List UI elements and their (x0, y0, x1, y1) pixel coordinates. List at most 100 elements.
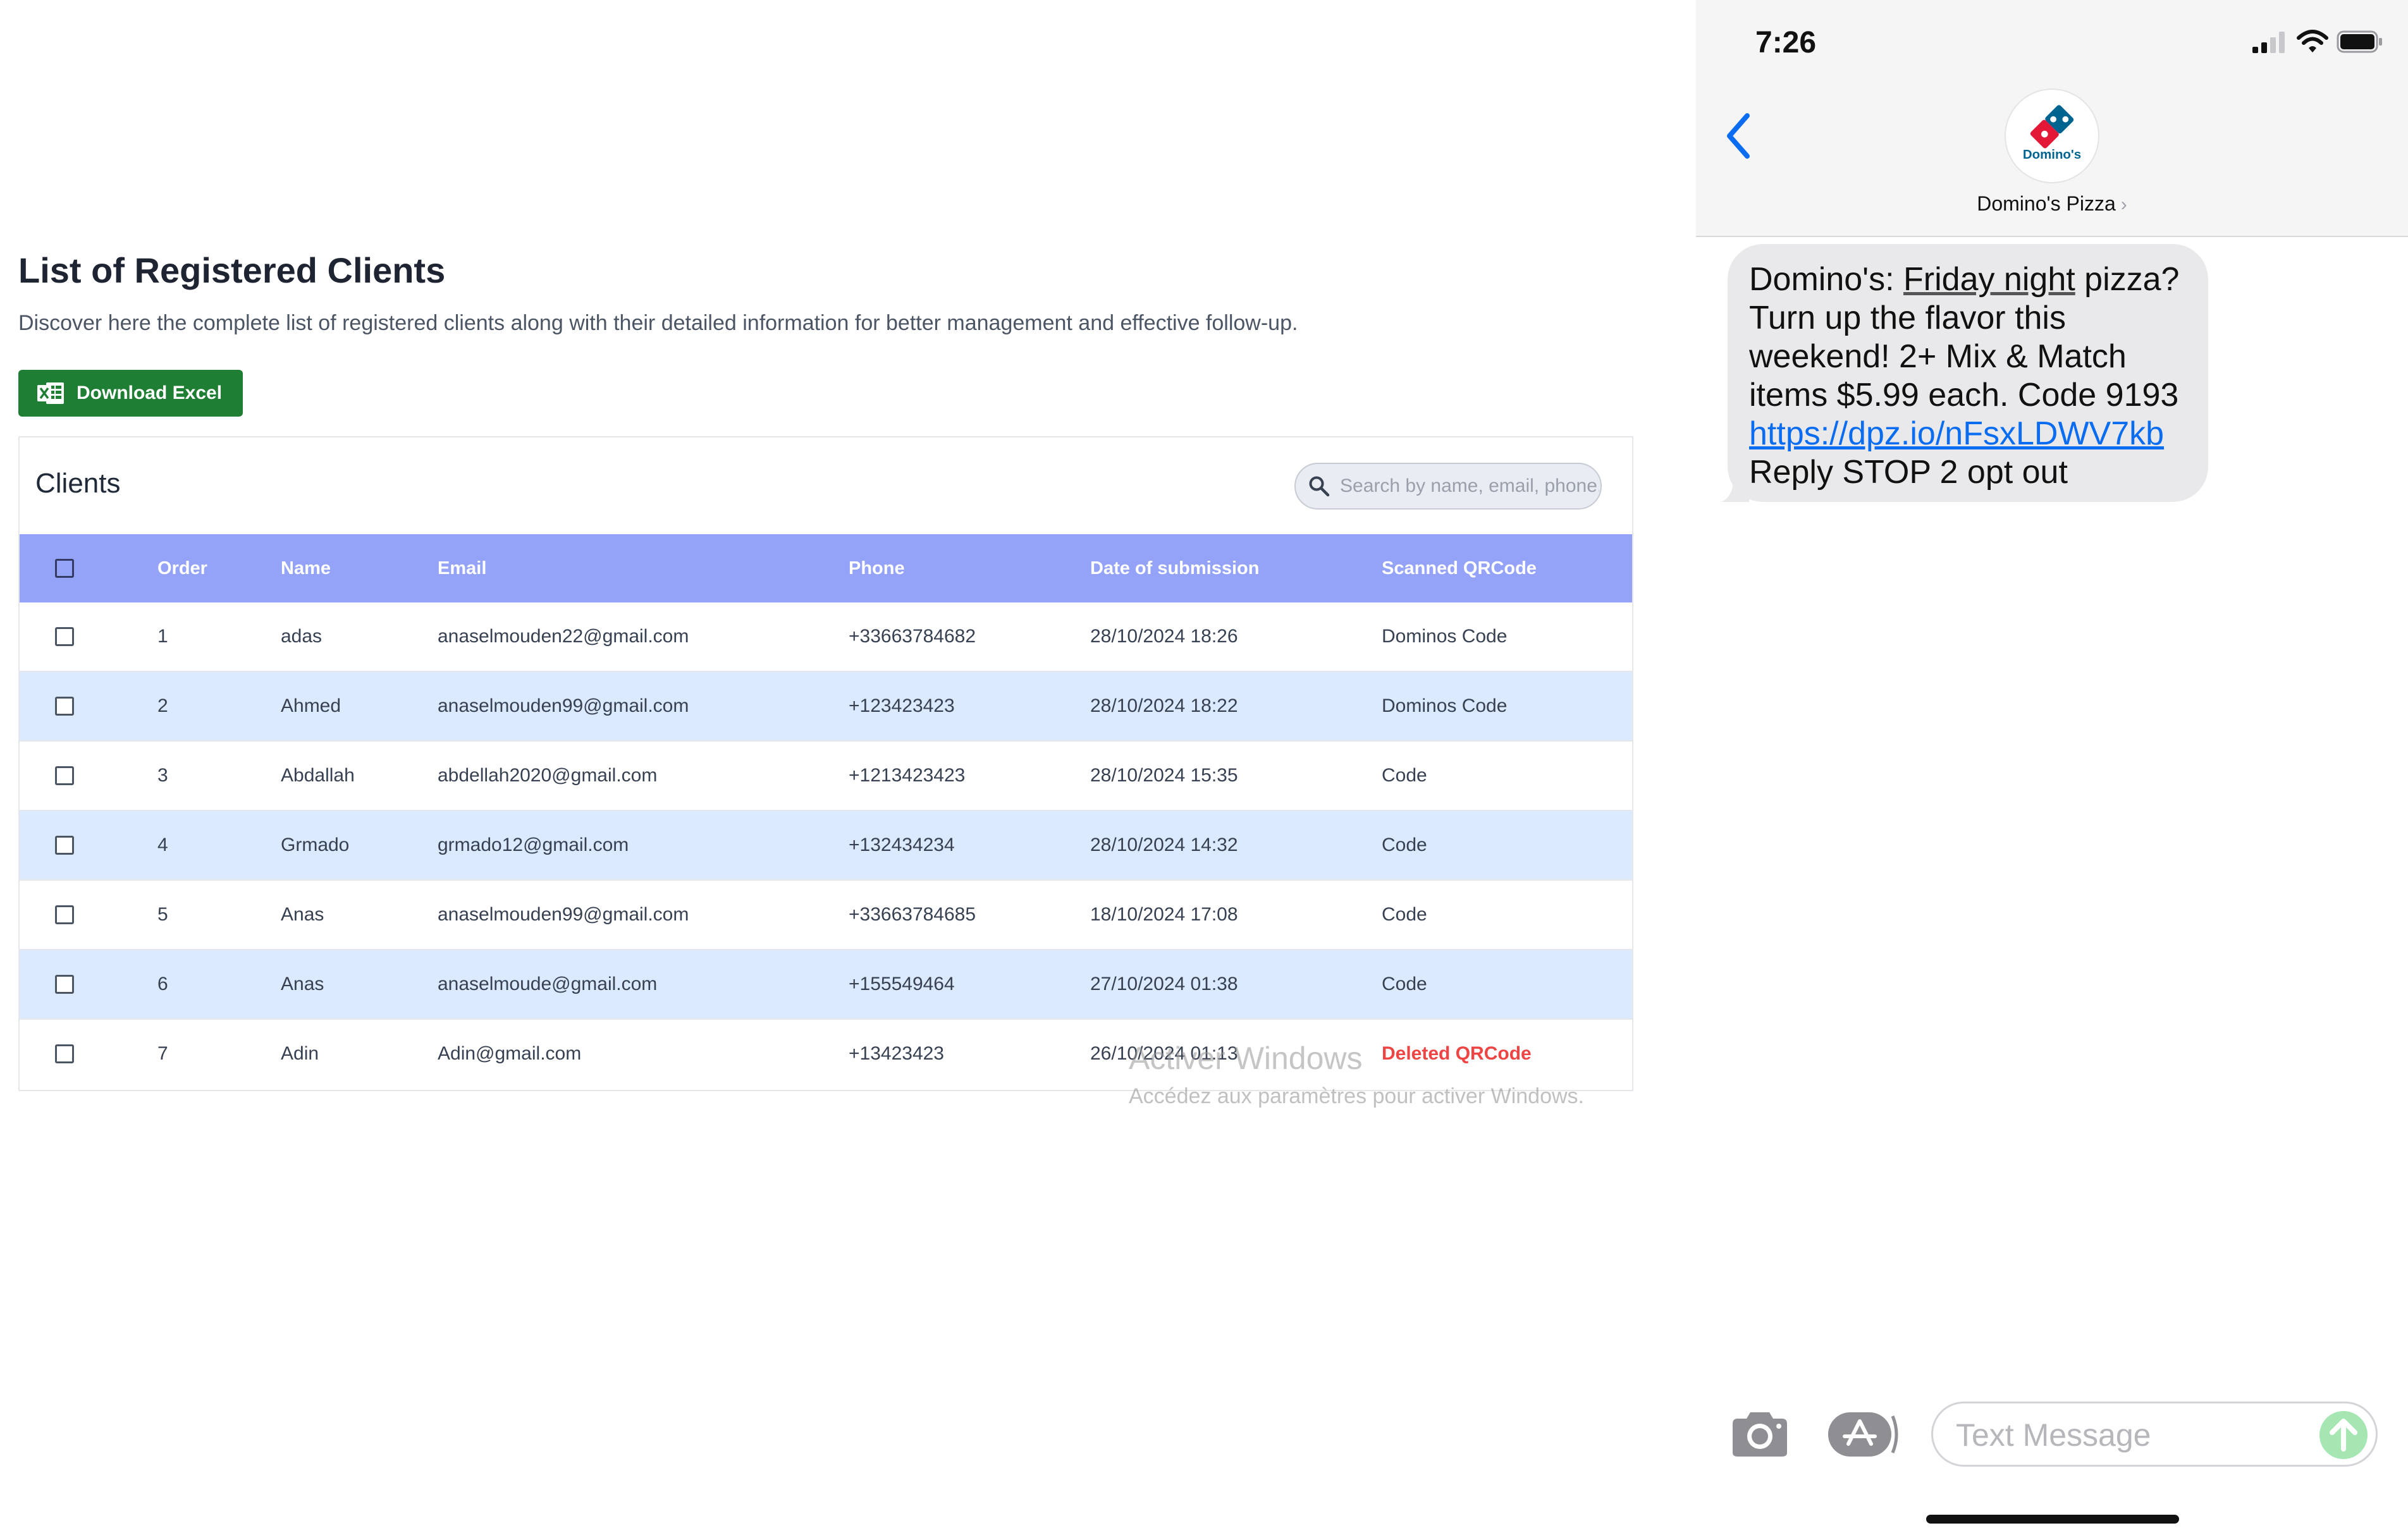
bubble-tail (1721, 474, 1749, 502)
cell-name: Adin (281, 1043, 319, 1064)
cell-qrcode: Dominos Code (1382, 695, 1508, 716)
cell-date: 27/10/2024 01:38 (1090, 974, 1238, 994)
cell-email: anaselmouden99@gmail.com (438, 904, 689, 925)
cell-name: Grmado (281, 834, 350, 855)
cell-name: Anas (281, 974, 324, 994)
cell-name: Abdallah (281, 765, 355, 786)
camera-icon[interactable] (1729, 1409, 1791, 1459)
cell-phone: +132434234 (849, 834, 955, 855)
cell-order: 5 (157, 904, 168, 925)
table-row[interactable]: 5 Anas anaselmouden99@gmail.com +3366378… (20, 881, 1632, 950)
column-header-date[interactable]: Date of submission (1090, 534, 1260, 602)
cell-phone: +155549464 (849, 974, 955, 994)
home-indicator[interactable] (1926, 1515, 2179, 1524)
wifi-icon (2297, 30, 2328, 52)
signal-icon (2252, 32, 2285, 53)
clients-card: Clients Order Name Email Phone Date of s… (18, 436, 1633, 1091)
cell-email: Adin@gmail.com (438, 1043, 582, 1064)
cell-phone: +33663784685 (849, 904, 976, 925)
cell-name: Ahmed (281, 695, 341, 716)
cell-order: 2 (157, 695, 168, 716)
cell-qrcode: Code (1382, 834, 1427, 855)
status-time: 7:26 (1755, 26, 1817, 59)
select-all-checkbox[interactable] (55, 559, 74, 578)
table-row[interactable]: 7 Adin Adin@gmail.com +13423423 26/10/20… (20, 1020, 1632, 1089)
search-box[interactable] (1294, 463, 1602, 510)
cell-date: 18/10/2024 17:08 (1090, 904, 1238, 925)
row-checkbox[interactable] (55, 697, 74, 716)
row-checkbox[interactable] (55, 1044, 74, 1063)
app-store-icon[interactable] (1826, 1410, 1899, 1459)
text-message-input[interactable] (1955, 1414, 2311, 1457)
row-checkbox[interactable] (55, 766, 74, 785)
column-header-name[interactable]: Name (281, 534, 331, 602)
windows-activation-watermark-text: Accédez aux paramètres pour activer Wind… (1129, 1084, 1584, 1108)
page-description: Discover here the complete list of regis… (18, 311, 1298, 335)
card-title: Clients (35, 468, 121, 499)
phone-messages-screen: 7:26 Domino's Domino's Pizza › Domino's:… (1696, 0, 2408, 1540)
table-header: Order Name Email Phone Date of submissio… (20, 534, 1632, 602)
download-excel-label: Download Excel (77, 382, 223, 403)
chevron-right-icon: › (2120, 194, 2127, 215)
table-row[interactable]: 6 Anas anaselmoude@gmail.com +155549464 … (20, 950, 1632, 1020)
cell-date: 28/10/2024 15:35 (1090, 765, 1238, 786)
dominos-logo-avatar[interactable]: Domino's (2005, 89, 2099, 183)
contact-name[interactable]: Domino's Pizza › (1696, 192, 2408, 216)
cell-email: anaselmouden99@gmail.com (438, 695, 689, 716)
excel-icon (37, 382, 64, 404)
cell-qrcode: Code (1382, 904, 1427, 925)
cell-date: 28/10/2024 14:32 (1090, 834, 1238, 855)
column-header-phone[interactable]: Phone (849, 534, 905, 602)
cell-name: adas (281, 626, 322, 647)
message-link[interactable]: https://dpz.io/nFsxLDWV7kb (1749, 415, 2164, 452)
cell-name: Anas (281, 904, 324, 925)
cell-order: 7 (157, 1043, 168, 1064)
cell-email: anaselmoude@gmail.com (438, 974, 658, 994)
table-row[interactable]: 2 Ahmed anaselmouden99@gmail.com +123423… (20, 672, 1632, 742)
cell-date: 28/10/2024 18:26 (1090, 626, 1238, 647)
search-input[interactable] (1339, 475, 1600, 498)
text-message-field[interactable] (1931, 1402, 2378, 1467)
windows-activation-watermark-title: Activer Windows (1129, 1041, 1363, 1076)
contact-name-label: Domino's Pizza (1977, 192, 2116, 215)
message-bubble[interactable]: Domino's: Friday night pizza? Turn up th… (1721, 244, 2208, 502)
conversation-header: 7:26 Domino's Domino's Pizza › (1696, 0, 2408, 237)
cell-phone: +1213423423 (849, 765, 966, 786)
cell-email: abdellah2020@gmail.com (438, 765, 658, 786)
cell-qrcode: Code (1382, 974, 1427, 994)
dominos-logo-text: Domino's (2023, 147, 2081, 162)
cell-order: 4 (157, 834, 168, 855)
table-row[interactable]: 1 adas anaselmouden22@gmail.com +3366378… (20, 602, 1632, 672)
cell-phone: +13423423 (849, 1043, 944, 1064)
cell-email: grmado12@gmail.com (438, 834, 629, 855)
cell-phone: +123423423 (849, 695, 955, 716)
cell-qrcode: Code (1382, 765, 1427, 786)
search-icon (1309, 476, 1330, 497)
column-header-email[interactable]: Email (438, 534, 486, 602)
row-checkbox[interactable] (55, 836, 74, 855)
cell-order: 1 (157, 626, 168, 647)
send-arrow-icon[interactable] (2318, 1410, 2369, 1460)
row-checkbox[interactable] (55, 905, 74, 924)
clients-webpage: List of Registered Clients Discover here… (0, 0, 1696, 1540)
cell-qrcode-deleted: Deleted QRCode (1382, 1043, 1532, 1064)
battery-icon (2337, 30, 2382, 53)
table-row[interactable]: 3 Abdallah abdellah2020@gmail.com +12134… (20, 742, 1632, 811)
message-text-part3: Reply STOP 2 opt out (1749, 454, 2068, 491)
column-header-qrcode[interactable]: Scanned QRCode (1382, 534, 1537, 602)
message-text-part1: Domino's: (1749, 261, 1904, 298)
row-checkbox[interactable] (55, 975, 74, 994)
page-title: List of Registered Clients (18, 250, 446, 290)
table-row[interactable]: 4 Grmado grmado12@gmail.com +132434234 2… (20, 811, 1632, 881)
cell-date: 28/10/2024 18:22 (1090, 695, 1238, 716)
column-header-order[interactable]: Order (157, 534, 207, 602)
row-checkbox[interactable] (55, 627, 74, 646)
cell-order: 3 (157, 765, 168, 786)
cell-order: 6 (157, 974, 168, 994)
cell-email: anaselmouden22@gmail.com (438, 626, 689, 647)
cell-qrcode: Dominos Code (1382, 626, 1508, 647)
back-chevron-icon[interactable] (1724, 111, 1752, 161)
message-text-underlined[interactable]: Friday night (1903, 261, 2075, 298)
download-excel-button[interactable]: Download Excel (18, 370, 243, 417)
cell-phone: +33663784682 (849, 626, 976, 647)
